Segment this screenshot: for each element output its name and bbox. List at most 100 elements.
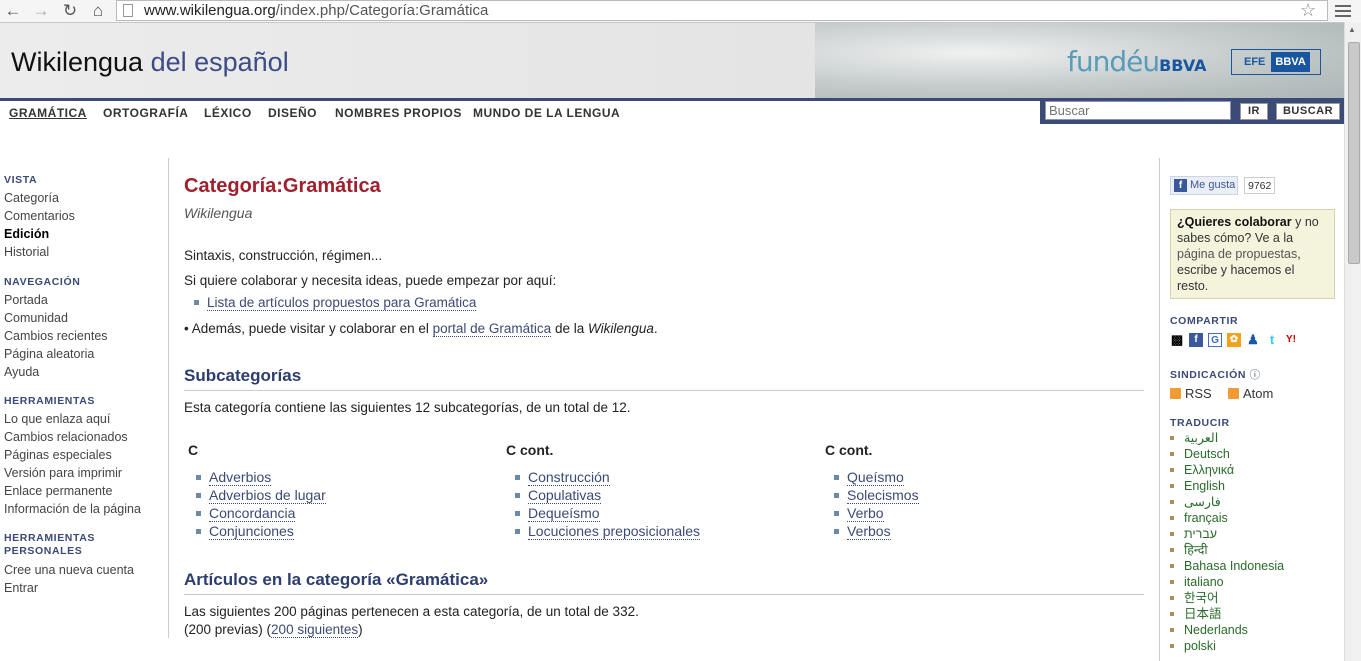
yahoo-icon[interactable]: Y! <box>1284 333 1298 347</box>
subcat-concordancia[interactable]: Concordancia <box>209 505 296 522</box>
nav-mundo-lengua[interactable]: MUNDO DE LA LENGUA <box>473 106 620 120</box>
page-title: Categoría:Gramática <box>184 175 381 197</box>
subcat-adverbios-lugar[interactable]: Adverbios de lugar <box>209 487 326 504</box>
nav-gramatica[interactable]: GRAMÁTICA <box>9 106 87 120</box>
syndication-heading: SINDICACIÓN ⓘ <box>1170 369 1261 381</box>
navegacion-heading: NAVEGACIÓN <box>4 276 81 288</box>
nav-diseno[interactable]: DISEÑO <box>268 106 317 120</box>
sidebar-item-edicion[interactable]: Edición <box>4 225 75 243</box>
subcategories-heading: Subcategorías <box>184 366 1144 391</box>
subcat-dequeismo[interactable]: Dequeísmo <box>528 505 600 522</box>
address-bar[interactable]: www.wikilengua.org/index.php/Categoría:G… <box>116 0 1328 21</box>
subcategory-list: Queísmo Solecismos Verbo Verbos <box>834 468 919 540</box>
lang-item[interactable]: עברית <box>1170 526 1284 542</box>
myspace-icon[interactable]: ♟ <box>1246 333 1260 347</box>
sidebar-item-pagina-aleatoria[interactable]: Página aleatoria <box>4 345 108 363</box>
page-scrollbar[interactable]: ▲ <box>1344 22 1361 661</box>
nav-ortografia[interactable]: ORTOGRAFÍA <box>103 106 188 120</box>
scroll-thumb[interactable] <box>1348 42 1360 264</box>
home-icon[interactable]: ⌂ <box>88 1 108 21</box>
category-intro: Sintaxis, construcción, régimen... <box>184 248 383 263</box>
lang-item[interactable]: Nederlands <box>1170 622 1284 638</box>
lang-item[interactable]: فارسی <box>1170 494 1284 510</box>
subcat-verbo[interactable]: Verbo <box>847 505 884 522</box>
herramientas-personales-heading: HERRAMIENTAS <box>4 532 96 544</box>
share-heading: COMPARTIR <box>1170 315 1239 327</box>
bullet-icon <box>194 299 199 305</box>
sidebar-item-ayuda[interactable]: Ayuda <box>4 363 108 381</box>
lang-item[interactable]: français <box>1170 510 1284 526</box>
forward-icon[interactable]: → <box>31 1 51 21</box>
subcat-verbos[interactable]: Verbos <box>847 523 891 540</box>
facebook-share-icon[interactable]: f <box>1189 333 1203 347</box>
sidebar-item-crear-cuenta[interactable]: Cree una nueva cuenta <box>4 561 134 579</box>
subcat-conjunciones[interactable]: Conjunciones <box>209 523 294 540</box>
subcat-copulativas[interactable]: Copulativas <box>528 487 602 504</box>
sidebar-item-version-imprimir[interactable]: Versión para imprimir <box>4 464 141 482</box>
lang-item[interactable]: English <box>1170 478 1284 494</box>
fundeu-logo[interactable]: fundéuBBVA <box>1067 45 1207 78</box>
nav-lexico[interactable]: LÉXICO <box>204 106 252 120</box>
google-icon[interactable]: G <box>1208 333 1222 347</box>
lang-item[interactable]: हिन्दी <box>1170 542 1284 558</box>
herramientas-personales-heading-2: PERSONALES <box>4 545 83 557</box>
subcat-adverbios[interactable]: Adverbios <box>209 469 272 486</box>
sidebar-item-informacion-pagina[interactable]: Información de la página <box>4 500 141 518</box>
sidebar-item-comunidad[interactable]: Comunidad <box>4 309 108 327</box>
sidebar-item-portada[interactable]: Portada <box>4 291 108 309</box>
blogger-icon[interactable]: ✿ <box>1227 333 1241 347</box>
sidebar-item-enlace-permanente[interactable]: Enlace permanente <box>4 482 141 500</box>
sidebar-item-paginas-especiales[interactable]: Páginas especiales <box>4 446 141 464</box>
lang-item[interactable]: 한국어 <box>1170 590 1284 606</box>
subcat-locuciones[interactable]: Locuciones preposicionales <box>528 523 700 540</box>
translate-heading: TRADUCIR <box>1170 417 1230 429</box>
sidebar-item-entrar[interactable]: Entrar <box>4 579 134 597</box>
atom-feed[interactable]: Atom <box>1228 386 1273 401</box>
site-subtitle: Wikilengua <box>184 205 253 221</box>
language-list: العربية Deutsch Ελληνικά English فارسی f… <box>1170 430 1284 654</box>
lang-item[interactable]: Ελληνικά <box>1170 462 1284 478</box>
browser-menu-icon[interactable] <box>1335 2 1351 20</box>
herramientas-heading: HERRAMIENTAS <box>4 395 96 407</box>
back-icon[interactable]: ← <box>3 1 23 21</box>
portal-link[interactable]: portal de Gramática <box>432 321 552 337</box>
column-heading: C <box>188 442 199 458</box>
search-button[interactable]: BUSCAR <box>1276 103 1340 120</box>
facebook-like-button[interactable]: f Me gusta <box>1170 176 1238 195</box>
efe-bbva-logo[interactable]: EFE BBVA <box>1231 49 1321 75</box>
delicious-icon[interactable]: ▩ <box>1170 333 1184 347</box>
info-icon[interactable]: ⓘ <box>1250 369 1261 381</box>
sidebar-item-comentarios[interactable]: Comentarios <box>4 207 75 225</box>
site-logo[interactable]: Wikilengua del español <box>11 47 289 78</box>
atom-icon <box>1228 388 1239 400</box>
nav-nombres-propios[interactable]: NOMBRES PROPIOS <box>335 106 462 120</box>
subcat-construccion[interactable]: Construcción <box>528 469 610 486</box>
reload-icon[interactable]: ↻ <box>60 1 80 21</box>
search-input[interactable] <box>1045 101 1231 120</box>
proposals-page-link[interactable]: página de propuestas <box>1177 247 1297 261</box>
sidebar-item-categoria[interactable]: Categoría <box>4 189 75 207</box>
bookmark-star-icon[interactable]: ☆ <box>1300 0 1316 21</box>
rss-feed[interactable]: RSS <box>1170 386 1212 401</box>
proposals-link[interactable]: Lista de artículos propuestos para Gramá… <box>207 295 477 311</box>
lang-item[interactable]: Bahasa Indonesia <box>1170 558 1284 574</box>
go-button[interactable]: IR <box>1240 103 1268 120</box>
lang-item[interactable]: Deutsch <box>1170 446 1284 462</box>
subcategories-count: Esta categoría contiene las siguientes 1… <box>184 400 631 415</box>
portal-line: • Además, puede visitar y colaborar en e… <box>184 321 658 337</box>
collaborate-box: ¿Quieres colaborar y no sabes cómo? Ve a… <box>1170 209 1335 299</box>
subcat-solecismos[interactable]: Solecismos <box>847 487 919 504</box>
sidebar-item-lo-que-enlaza[interactable]: Lo que enlaza aquí <box>4 410 141 428</box>
lang-item[interactable]: italiano <box>1170 574 1284 590</box>
sidebar-item-cambios-recientes[interactable]: Cambios recientes <box>4 327 108 345</box>
next-page-link[interactable]: 200 siguientes <box>271 622 359 638</box>
sidebar-item-historial[interactable]: Historial <box>4 243 75 261</box>
subcat-queismo[interactable]: Queísmo <box>847 469 904 486</box>
lang-item[interactable]: 日本語 <box>1170 606 1284 622</box>
scroll-up-icon[interactable]: ▲ <box>1348 25 1356 34</box>
lang-item[interactable]: العربية <box>1170 430 1284 446</box>
twitter-icon[interactable]: t <box>1265 333 1279 347</box>
vista-heading: VISTA <box>4 174 38 186</box>
sidebar-item-cambios-relacionados[interactable]: Cambios relacionados <box>4 428 141 446</box>
lang-item[interactable]: polski <box>1170 638 1284 654</box>
